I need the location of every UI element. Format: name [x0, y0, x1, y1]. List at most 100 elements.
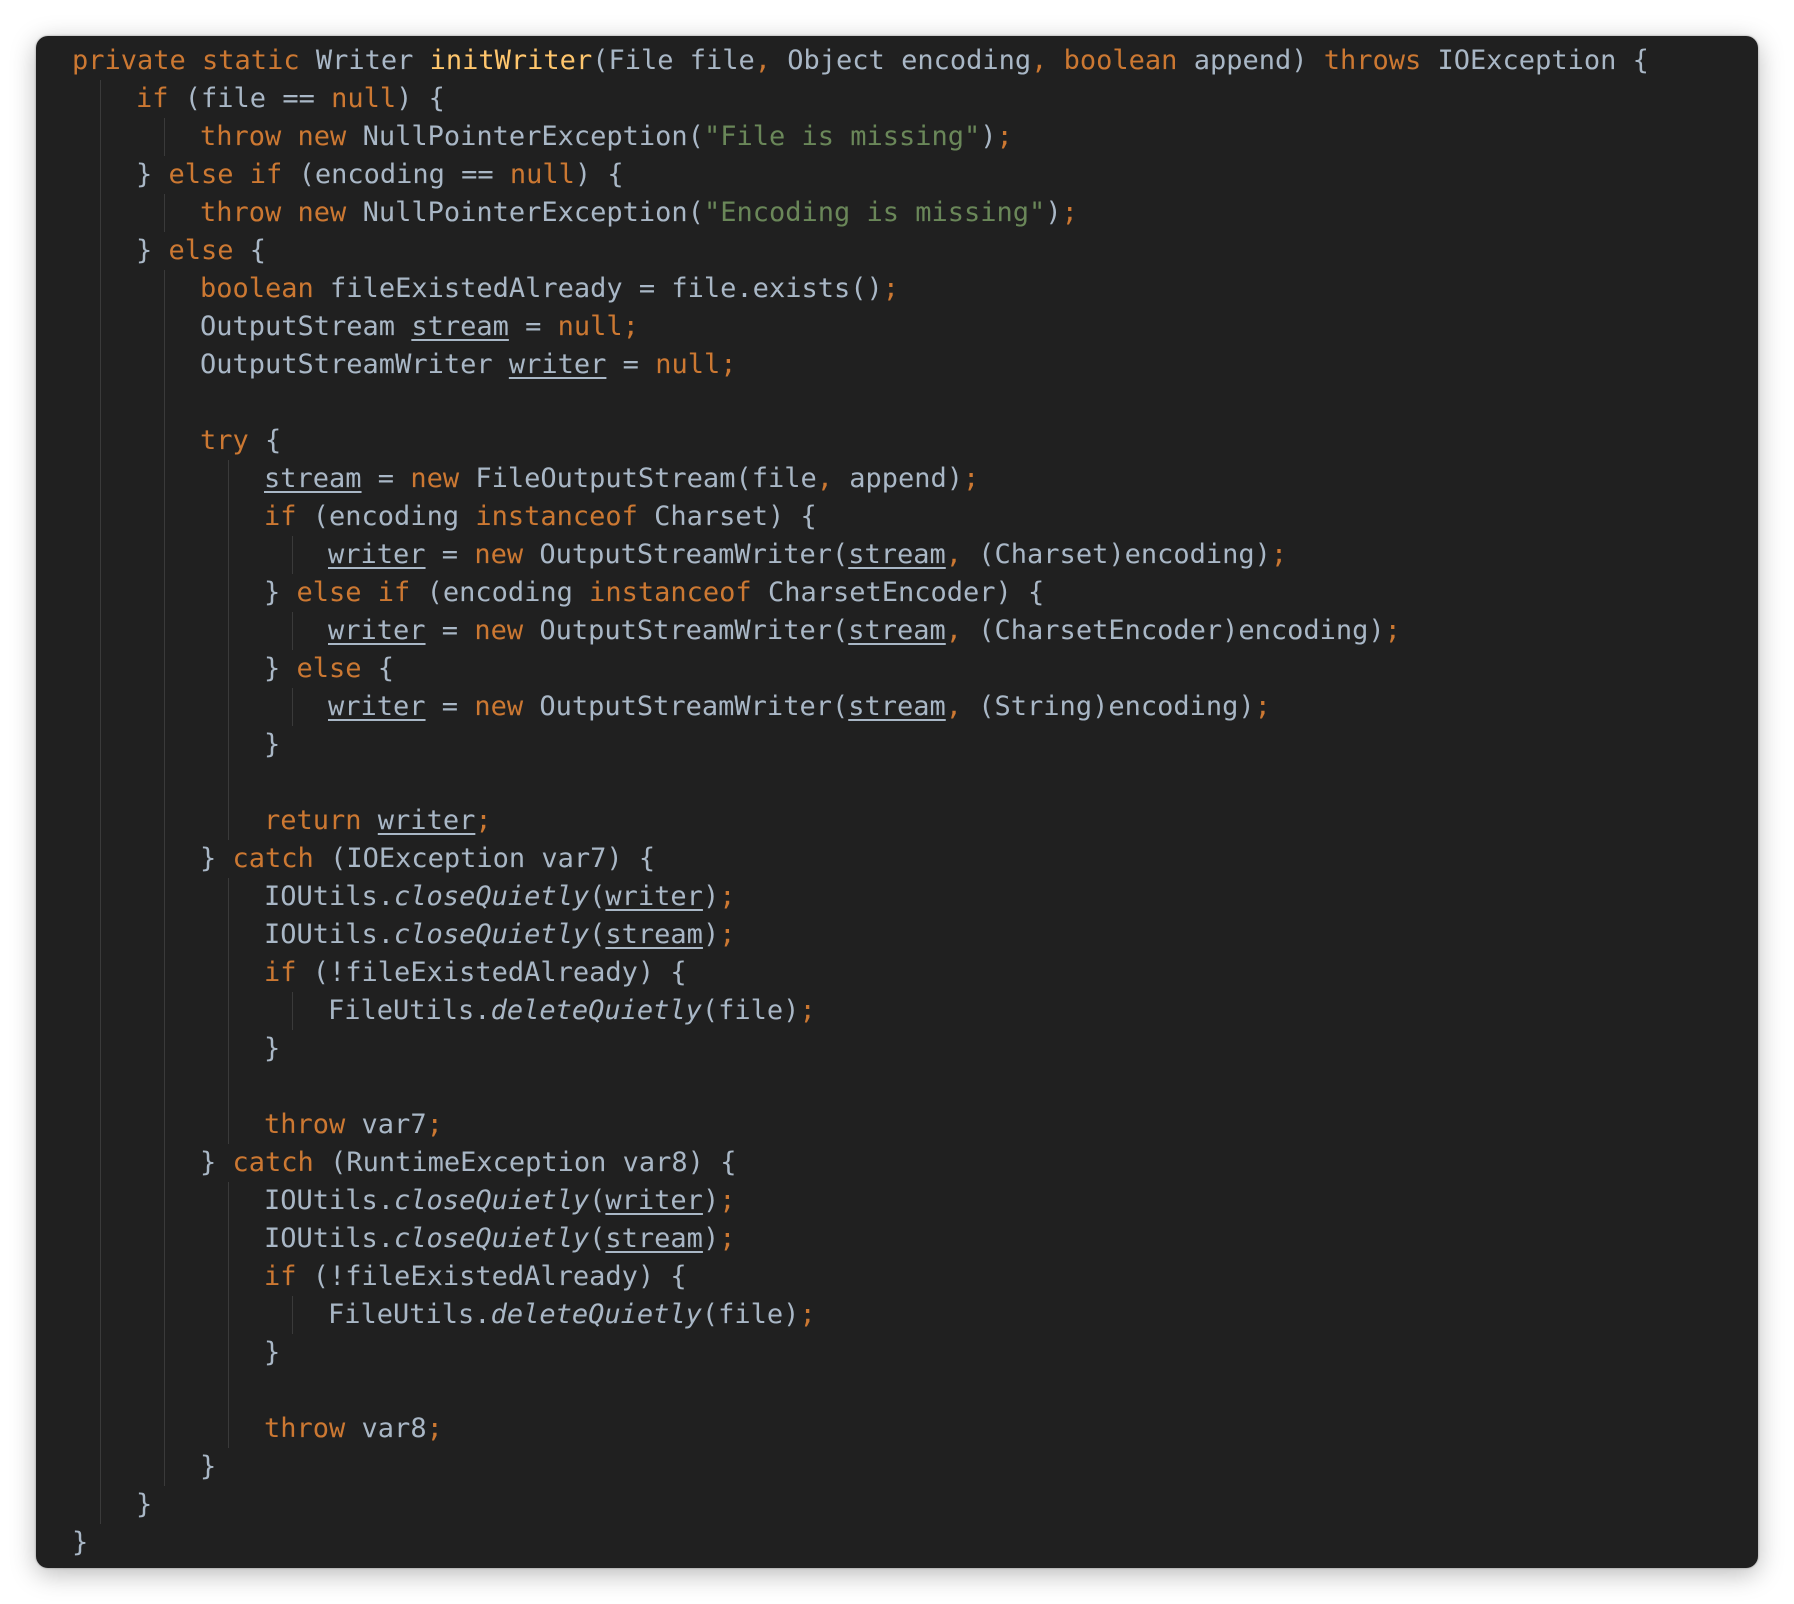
indent-guide: [164, 422, 165, 460]
indent-guide: [228, 992, 229, 1030]
code-token: throw: [264, 1413, 362, 1444]
indent-guide: [164, 1258, 165, 1296]
code-line: } else if (encoding instanceof CharsetEn…: [72, 574, 1649, 612]
indent-guide: [100, 764, 101, 802]
code-token: (!fileExistedAlready) {: [312, 1261, 687, 1292]
code-token: writer: [605, 1185, 703, 1216]
indent-guide: [228, 1410, 229, 1448]
code-token: var8: [361, 1413, 427, 1444]
code-line: return writer;: [72, 802, 1649, 840]
code-token: }: [264, 1033, 281, 1064]
code-token: ,: [1031, 45, 1064, 76]
code-window: private static Writer initWriter(File fi…: [36, 36, 1758, 1568]
code-token: ,: [945, 615, 979, 646]
code-line: FileUtils.deleteQuietly(file);: [72, 992, 1649, 1030]
code-token: }: [72, 1527, 89, 1558]
indent-guide: [164, 1220, 165, 1258]
code-line: [72, 764, 1649, 802]
indent-guide: [100, 1030, 101, 1068]
indent-guide: [164, 688, 165, 726]
code-token: {: [265, 425, 282, 456]
indent-guide: [100, 650, 101, 688]
code-token: ;: [719, 881, 736, 912]
code-token: ): [702, 1185, 720, 1216]
indent-guide: [100, 574, 101, 612]
code-token: stream: [605, 1223, 703, 1254]
code-token: new: [474, 691, 540, 722]
indent-guide: [100, 536, 101, 574]
indent-guide: [100, 232, 101, 270]
code-token: IOUtils.: [264, 1185, 395, 1216]
code-token: writer: [328, 691, 426, 722]
code-token: }: [200, 1147, 233, 1178]
code-line: }: [72, 1524, 1649, 1562]
indent-guide: [164, 916, 165, 954]
code-token: (file): [701, 995, 800, 1026]
code-token: null: [331, 83, 397, 114]
code-token: (: [589, 881, 606, 912]
indent-guide: [100, 1448, 101, 1486]
indent-guide: [228, 650, 229, 688]
code-token: throw new: [200, 121, 363, 152]
code-token: ;: [1384, 615, 1401, 646]
code-token: ;: [799, 995, 816, 1026]
indent-guide: [292, 1296, 293, 1334]
code-line: throw var8;: [72, 1410, 1649, 1448]
code-token: }: [264, 577, 297, 608]
code-token: (CharsetEncoder)encoding): [978, 615, 1385, 646]
indent-guide: [100, 1144, 101, 1182]
code-token: ,: [816, 463, 850, 494]
indent-guide: [164, 1410, 165, 1448]
code-token: ): [1045, 197, 1062, 228]
indent-guide: [292, 688, 293, 726]
code-token: OutputStreamWriter(: [539, 539, 849, 570]
code-line: private static Writer initWriter(File fi…: [72, 42, 1649, 80]
code-token: }: [136, 1489, 153, 1520]
code-token: ;: [719, 919, 736, 950]
indent-guide: [100, 118, 101, 156]
code-token: NullPointerException(: [362, 197, 704, 228]
code-token: ,: [754, 45, 788, 76]
code-token: return: [264, 805, 378, 836]
code-line: throw new NullPointerException("File is …: [72, 118, 1649, 156]
code-token: }: [264, 653, 297, 684]
indent-guide: [228, 536, 229, 574]
indent-guide: [164, 1068, 165, 1106]
indent-guide: [292, 612, 293, 650]
code-token: private static: [72, 45, 316, 76]
code-line: }: [72, 1448, 1649, 1486]
indent-guide: [228, 574, 229, 612]
code-line: throw new NullPointerException("Encoding…: [72, 194, 1649, 232]
indent-guide: [100, 1106, 101, 1144]
code-line: FileUtils.deleteQuietly(file);: [72, 1296, 1649, 1334]
code-token: throw: [264, 1109, 362, 1140]
code-token: deleteQuietly: [490, 995, 702, 1026]
indent-guide: [100, 1220, 101, 1258]
code-token: (encoding: [312, 501, 476, 532]
indent-guide: [292, 536, 293, 574]
indent-guide: [100, 840, 101, 878]
indent-guide: [100, 878, 101, 916]
code-token: ;: [1061, 197, 1078, 228]
code-token: try: [200, 425, 266, 456]
code-token: writer: [605, 881, 703, 912]
code-token: "File is missing": [703, 121, 981, 152]
code-token: else if: [168, 159, 299, 190]
code-token: ;: [1270, 539, 1288, 570]
code-line: OutputStream stream = null;: [72, 308, 1649, 346]
indent-guide: [164, 650, 165, 688]
code-token: writer: [328, 539, 426, 570]
code-token: }: [200, 1451, 217, 1482]
indent-guide: [100, 612, 101, 650]
code-token: (!fileExistedAlready) {: [312, 957, 687, 988]
indent-guide: [228, 1030, 229, 1068]
code-token: closeQuietly: [394, 1185, 590, 1216]
code-token: FileUtils.: [328, 995, 491, 1026]
code-token: throws: [1323, 45, 1438, 76]
indent-guide: [164, 1334, 165, 1372]
indent-guide: [100, 384, 101, 422]
indent-guide: [228, 1068, 229, 1106]
indent-guide: [228, 612, 229, 650]
indent-guide: [164, 346, 165, 384]
code-token: ) {: [396, 83, 445, 114]
